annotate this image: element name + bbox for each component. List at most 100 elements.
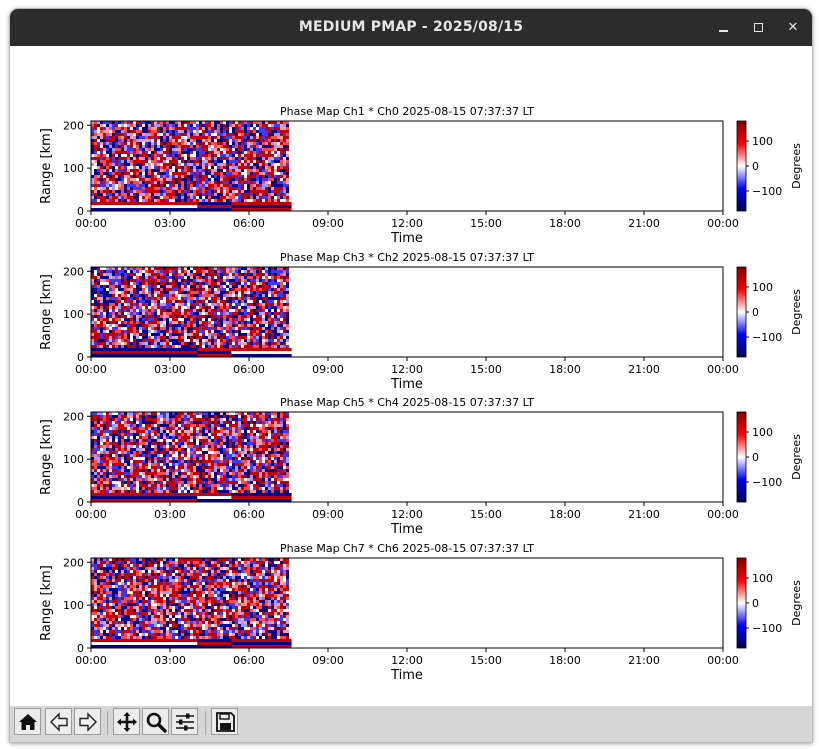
heatmap-cell <box>235 127 238 130</box>
heatmap-cell <box>196 433 199 436</box>
heatmap-cell <box>115 124 118 127</box>
heatmap-cell <box>103 279 106 282</box>
heatmap-cell <box>232 139 235 142</box>
heatmap-cell <box>94 288 97 291</box>
heatmap-cell <box>103 445 106 448</box>
heatmap-cell <box>202 139 205 142</box>
heatmap-cell <box>250 154 253 157</box>
heatmap-cell <box>253 321 256 324</box>
heatmap-cell <box>244 336 247 339</box>
heatmap-cell <box>253 136 256 139</box>
heatmap-cell <box>154 276 157 279</box>
heatmap-cell <box>121 279 124 282</box>
heatmap-cell <box>232 306 235 309</box>
heatmap-cell <box>265 445 268 448</box>
heatmap-cell <box>172 460 175 463</box>
heatmap-cell <box>211 421 214 424</box>
heatmap-cell <box>121 276 124 279</box>
heatmap-cell <box>139 276 142 279</box>
heatmap-cell <box>208 288 211 291</box>
heatmap-cell <box>232 133 235 136</box>
heatmap-cell <box>229 181 232 184</box>
heatmap-cell <box>115 318 118 321</box>
heatmap-cell <box>280 297 283 300</box>
heatmap-cell <box>166 124 169 127</box>
heatmap-cell <box>100 279 103 282</box>
heatmap-cell <box>259 472 262 475</box>
heatmap-cell <box>109 421 112 424</box>
minimize-button[interactable] <box>713 17 735 39</box>
heatmap-cell <box>112 312 115 315</box>
heatmap-cell <box>118 169 121 172</box>
heatmap-cell <box>217 442 220 445</box>
heatmap-cell <box>142 294 145 297</box>
heatmap-cell <box>169 327 172 330</box>
heatmap-cell <box>229 199 232 202</box>
heatmap-cell <box>130 276 133 279</box>
heatmap-cell <box>181 273 184 276</box>
heatmap-cell <box>145 315 148 318</box>
heatmap-cell <box>223 288 226 291</box>
heatmap-cell <box>268 448 271 451</box>
heatmap-cell <box>175 169 178 172</box>
figure-canvas[interactable]: Phase Map Ch1 * Ch0 2025-08-15 07:37:37 … <box>10 46 812 706</box>
title-bar[interactable]: MEDIUM PMAP - 2025/08/15 ✕ <box>10 9 812 46</box>
heatmap-cell <box>178 436 181 439</box>
heatmap-cell <box>229 133 232 136</box>
heatmap-cell <box>199 454 202 457</box>
heatmap-cell <box>148 276 151 279</box>
heatmap-cell <box>271 330 274 333</box>
heatmap-cell <box>190 130 193 133</box>
heatmap-cell <box>115 178 118 181</box>
heatmap-cell <box>160 430 163 433</box>
heatmap-cell <box>157 324 160 327</box>
heatmap-cell <box>190 457 193 460</box>
heatmap-cell <box>157 433 160 436</box>
heatmap-cell <box>226 448 229 451</box>
heatmap-cell <box>259 442 262 445</box>
heatmap-cell <box>247 178 250 181</box>
heatmap-cell <box>103 273 106 276</box>
maximize-button[interactable] <box>748 17 770 39</box>
heatmap-cell <box>148 148 151 151</box>
heatmap-cell <box>250 276 253 279</box>
heatmap-cell <box>100 127 103 130</box>
heatmap-cell <box>283 187 286 190</box>
heatmap-cell <box>169 181 172 184</box>
heatmap-cell <box>94 469 97 472</box>
heatmap-cell <box>187 166 190 169</box>
heatmap-cell <box>175 427 178 430</box>
heatmap-cell <box>121 172 124 175</box>
heatmap-cell <box>235 175 238 178</box>
heatmap-cell <box>175 160 178 163</box>
heatmap-cell <box>184 297 187 300</box>
heatmap-cell <box>103 342 106 345</box>
heatmap-cell <box>238 157 241 160</box>
heatmap-cell <box>172 318 175 321</box>
close-button[interactable]: ✕ <box>782 17 804 39</box>
heatmap-cell <box>283 448 286 451</box>
heatmap-cell <box>226 463 229 466</box>
heatmap-cell <box>235 315 238 318</box>
heatmap-cell <box>175 318 178 321</box>
heatmap-cell <box>190 418 193 421</box>
heatmap-cell <box>253 454 256 457</box>
heatmap-cell <box>151 169 154 172</box>
heatmap-cell <box>244 339 247 342</box>
heatmap-cell <box>217 291 220 294</box>
heatmap-cell <box>253 451 256 454</box>
heatmap-cell <box>226 199 229 202</box>
heatmap-cell <box>178 148 181 151</box>
heatmap-cell <box>217 276 220 279</box>
heatmap-cell <box>154 187 157 190</box>
heatmap-cell <box>286 309 289 312</box>
heatmap-cell <box>280 285 283 288</box>
heatmap-cell <box>148 154 151 157</box>
heatmap-cell <box>208 321 211 324</box>
heatmap-cell <box>193 306 196 309</box>
heatmap-cell <box>139 439 142 442</box>
heatmap-cell <box>262 463 265 466</box>
heatmap-cell <box>277 184 280 187</box>
heatmap-cell <box>160 303 163 306</box>
heatmap-cell <box>205 315 208 318</box>
